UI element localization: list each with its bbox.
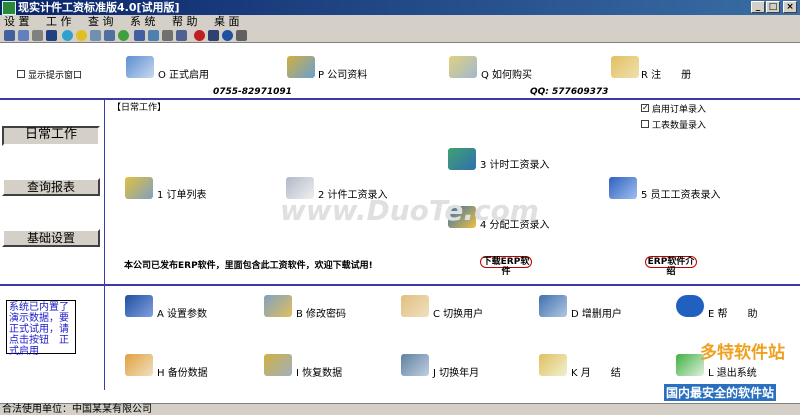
quantity-entry-checkbox[interactable] [641,120,649,128]
status-text: 合法使用单位：中国某某有限公司 [2,404,152,415]
window-title: 现实计件工资标准版4.0[试用版] [18,1,180,14]
backup-icon[interactable] [125,354,153,376]
order-list-label[interactable]: 1 订单列表 [157,186,207,201]
erp-intro-button[interactable]: ERP软件介绍 [645,256,697,277]
grid2-icon[interactable] [134,30,145,41]
divider-left-middle [104,100,105,284]
grid-icon[interactable] [4,30,15,41]
status-bar: 合法使用单位：中国某某有限公司 [0,403,800,415]
toolbar [0,29,800,43]
start-official-icon[interactable] [126,56,154,78]
enable-order-label: 启用订单录入 [652,105,707,115]
menu-system[interactable]: 系 统 [130,15,156,29]
demo-data-notice: 系统已内置了演示数据，要正式试用，请点击按钮 正式启用 [6,300,76,357]
corner-watermark-bottom: 国内最安全的软件站 [664,384,777,401]
calendar-icon[interactable] [176,30,187,41]
close-button[interactable]: × [783,1,797,13]
title-bar: 现实计件工资标准版4.0[试用版] _ □ × [0,0,800,15]
menu-desktop[interactable]: 桌 面 [214,15,240,29]
change-password-icon[interactable] [264,295,292,317]
duote-watermark: www.DuoTe.com [280,194,539,227]
set-params-label[interactable]: A 设置参数 [157,305,207,320]
backup-label[interactable]: H 备份数据 [157,364,208,379]
daily-work-button[interactable]: 日常工作 [2,126,100,146]
menu-query[interactable]: 查 询 [88,15,114,29]
start-official-label[interactable]: O 正式启用 [158,66,209,81]
time-wage-icon[interactable] [448,148,476,170]
exit-icon[interactable] [236,30,247,41]
stop-icon[interactable] [194,30,205,41]
query-report-button[interactable]: 查询报表 [2,178,100,196]
daily-section-title: 【日常工作】 [112,103,167,113]
employee-wage-label[interactable]: 5 员工工资表录入 [641,186,721,201]
month-close-icon[interactable] [539,354,567,376]
menu-help[interactable]: 帮 助 [172,15,198,29]
order-list-icon[interactable] [125,177,153,199]
help-icon[interactable] [222,30,233,41]
erp-notice: 本公司已发布ERP软件，里面包含此工资软件，欢迎下载试用! [124,261,373,271]
globe-icon[interactable] [62,30,73,41]
switch-user-icon[interactable] [401,295,429,317]
app-icon [2,1,16,15]
manage-users-label[interactable]: D 增删用户 [571,305,622,320]
company-info-icon[interactable] [287,56,315,78]
enable-order-checkbox[interactable]: ✓ [641,104,649,112]
switch-month-icon[interactable] [401,354,429,376]
show-tip-label: 显示提示窗口 [28,71,83,81]
calc-icon[interactable] [162,30,173,41]
register-label[interactable]: R 注 册 [641,66,691,81]
help-label[interactable]: E 帮 助 [708,305,758,320]
menu-settings[interactable]: 设 置 [4,15,30,29]
mail-icon[interactable] [208,30,219,41]
report-icon[interactable] [90,30,101,41]
quantity-entry-label: 工表数量录入 [652,121,707,131]
month-close-label[interactable]: K 月 结 [571,364,621,379]
restore-label[interactable]: I 恢复数据 [296,364,342,379]
time-wage-label[interactable]: 3 计时工资录入 [480,156,550,171]
save-icon[interactable] [46,30,57,41]
maximize-button[interactable]: □ [766,1,780,13]
cut-icon[interactable] [32,30,43,41]
table-icon[interactable] [104,30,115,41]
menu-work[interactable]: 工 作 [46,15,72,29]
switch-month-label[interactable]: J 切换年月 [433,364,479,379]
register-icon[interactable] [611,56,639,78]
user-icon[interactable] [118,30,129,41]
manage-users-icon[interactable] [539,295,567,317]
divider-left-bottom [104,286,105,390]
help-circle-icon[interactable] [676,295,704,317]
restore-icon[interactable] [264,354,292,376]
company-info-label[interactable]: P 公司资料 [318,66,367,81]
set-params-icon[interactable] [125,295,153,317]
download-erp-button[interactable]: 下载ERP软件 [480,256,532,277]
basic-settings-button[interactable]: 基础设置 [2,229,100,247]
exit-system-label[interactable]: L 退出系统 [708,364,757,379]
employee-wage-icon[interactable] [609,177,637,199]
phone-number: 0755-82971091 [213,87,292,97]
corner-watermark-top: 多特软件站 [700,343,785,363]
change-password-label[interactable]: B 修改密码 [296,305,346,320]
list-icon[interactable] [18,30,29,41]
switch-user-label[interactable]: C 切换用户 [433,305,483,320]
qq-number: QQ: 577609373 [530,87,609,97]
list2-icon[interactable] [148,30,159,41]
divider-bottom [0,284,800,286]
how-to-buy-icon[interactable] [449,56,477,78]
minimize-button[interactable]: _ [751,1,765,13]
smile-icon[interactable] [76,30,87,41]
how-to-buy-label[interactable]: Q 如何购买 [481,66,532,81]
show-tip-checkbox[interactable] [17,70,25,78]
menu-bar: 设 置 工 作 查 询 系 统 帮 助 桌 面 [0,15,800,29]
